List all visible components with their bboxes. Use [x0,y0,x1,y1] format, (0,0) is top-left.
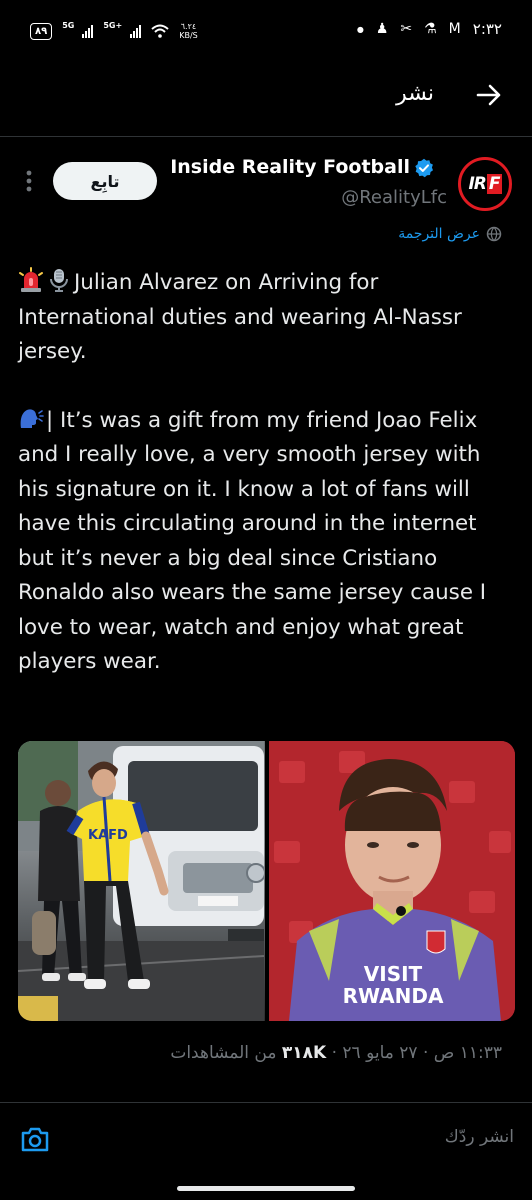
photo-left[interactable]: KAFD [18,741,265,1021]
signal-icon-2 [130,24,142,38]
views-label: من المشاهدات [170,1043,277,1063]
author-handle[interactable]: @RealityLfc [341,187,447,208]
speed-unit: KB/S [179,31,198,40]
microphone-emoji [50,269,68,292]
views-count: ٣١٨K [281,1043,327,1063]
photo-left-illustration: KAFD [18,741,265,1021]
reply-bar: انشر ردّك [0,1102,532,1179]
camera-icon[interactable] [20,1125,50,1153]
tweet-paragraph-2: | It’s was a gift from my friend Joao Fe… [18,404,513,680]
media-grid[interactable]: KAFD VISIT RWANDA [18,741,515,1021]
wifi-icon [151,24,169,38]
network-type-2: 5G+ [103,20,123,30]
signal-icon [82,24,94,38]
post-header: نشر [0,62,532,137]
page-title: نشر [396,81,434,106]
status-left: ٨٩ 5G 5G+ ٦.٢٤ KB/S [30,20,198,40]
speed-value: ٦.٢٤ [180,22,197,31]
status-right: ● ♟ ✂ ⚗ M ٢:٣٢ [357,20,502,38]
back-arrow-icon[interactable] [476,82,502,108]
follow-button[interactable]: تابِع [53,162,157,200]
tweet-paragraph-1: Julian Alvarez on Arriving for Internati… [18,266,513,370]
home-indicator [177,1186,355,1191]
right-shirt-line2: RWANDA [342,984,443,1008]
flask-icon: ⚗ [424,21,437,37]
verified-badge-icon [415,158,433,178]
right-shirt-line1: VISIT [363,962,422,986]
speaking-head-emoji [20,408,44,428]
status-time: ٢:٣٢ [472,20,502,38]
tweet-text: Julian Alvarez on Arriving for Internati… [18,266,513,680]
photo-right-illustration: VISIT RWANDA [268,741,515,1021]
tweet-paragraph-2-text: | It’s was a gift from my friend Joao Fe… [18,407,493,675]
author-name[interactable]: Inside Reality Football [170,156,410,178]
post-time-date: ١١:٣٣ ص · ٢٧ مايو ٢٦ · [331,1043,502,1063]
avatar[interactable]: IR F [458,157,512,211]
post-meta: ١١:٣٣ ص · ٢٧ مايو ٢٦ · ٣١٨K من المشاهدات [170,1043,502,1063]
left-shirt-text: KAFD [88,828,128,843]
translate-link[interactable]: عرض الترجمة [398,226,502,242]
translate-label: عرض الترجمة [398,226,480,242]
status-bar: ٨٩ 5G 5G+ ٦.٢٤ KB/S ● ♟ ✂ ⚗ M ٢:٣٢ [0,0,532,62]
reply-input[interactable]: انشر ردّك [445,1127,514,1147]
pawn-icon: ♟ [375,21,389,37]
battery-icon: ٨٩ [30,22,53,40]
translate-icon [486,226,502,242]
network-type-1: 5G [62,20,75,30]
photo-right[interactable]: VISIT RWANDA [268,741,515,1021]
siren-emoji [19,267,43,292]
network-speed: ٦.٢٤ KB/S [179,22,198,40]
dot-icon: ● [356,24,364,34]
more-options-icon[interactable] [26,170,32,192]
gmail-icon: M [448,21,461,37]
tweet-paragraph-1-text: Julian Alvarez on Arriving for Internati… [18,270,469,364]
battery-level: ٨٩ [35,25,48,37]
scissors-icon: ✂ [400,21,413,37]
avatar-logo: IR F [468,174,502,194]
